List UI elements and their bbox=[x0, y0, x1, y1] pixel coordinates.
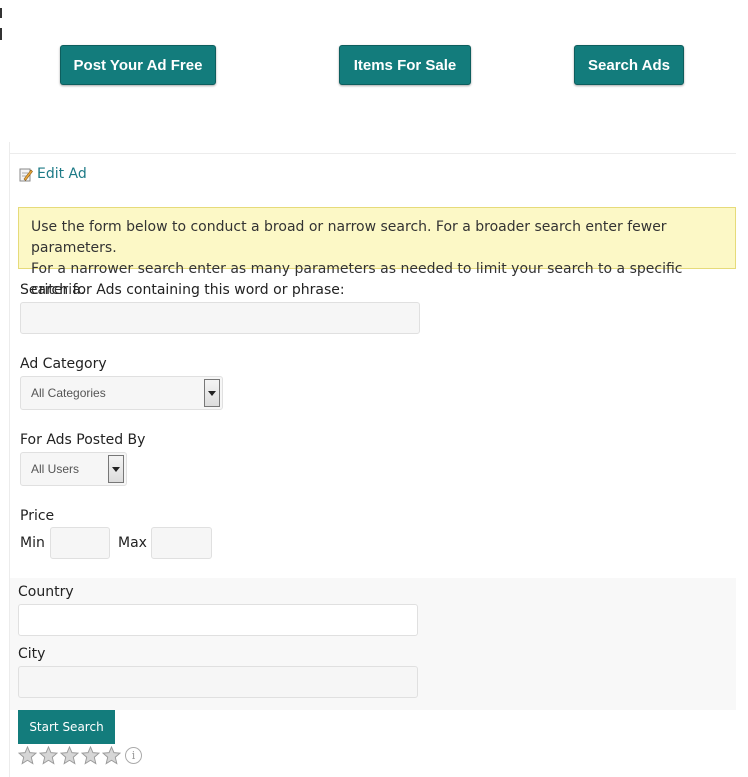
post-ad-button[interactable]: Post Your Ad Free bbox=[60, 45, 216, 85]
posted-by-label: For Ads Posted By bbox=[20, 432, 146, 448]
chevron-down-icon[interactable] bbox=[204, 379, 220, 407]
price-min-label: Min bbox=[20, 535, 45, 551]
star-icon[interactable] bbox=[60, 746, 79, 765]
keyword-label: Search for Ads containing this word or p… bbox=[20, 282, 345, 298]
city-label: City bbox=[18, 646, 46, 662]
country-label: Country bbox=[18, 584, 74, 600]
search-ads-button[interactable]: Search Ads bbox=[574, 45, 684, 85]
posted-by-select[interactable]: All Users bbox=[20, 452, 127, 486]
price-min-input[interactable] bbox=[50, 527, 110, 559]
search-notice: Use the form below to conduct a broad or… bbox=[18, 207, 736, 298]
edit-ad-link[interactable]: Edit Ad bbox=[19, 166, 87, 182]
price-max-input[interactable] bbox=[151, 527, 212, 559]
rating-stars: i bbox=[18, 746, 142, 765]
chevron-down-icon[interactable] bbox=[108, 455, 124, 483]
star-icon[interactable] bbox=[39, 746, 58, 765]
edit-ad-label: Edit Ad bbox=[37, 166, 87, 182]
left-edge-marker bbox=[0, 8, 4, 40]
city-input[interactable] bbox=[18, 666, 418, 698]
info-icon[interactable]: i bbox=[125, 747, 142, 764]
price-max-label: Max bbox=[118, 535, 147, 551]
star-icon[interactable] bbox=[102, 746, 121, 765]
items-for-sale-button[interactable]: Items For Sale bbox=[339, 45, 471, 85]
country-input[interactable] bbox=[18, 604, 418, 636]
notice-line-1: Use the form below to conduct a broad or… bbox=[31, 219, 667, 256]
posted-by-selected-value: All Users bbox=[31, 462, 80, 476]
start-search-button[interactable]: Start Search bbox=[18, 710, 115, 744]
star-icon[interactable] bbox=[81, 746, 100, 765]
content-divider bbox=[9, 153, 736, 154]
star-icon[interactable] bbox=[18, 746, 37, 765]
category-label: Ad Category bbox=[20, 356, 107, 372]
price-label: Price bbox=[20, 508, 55, 524]
category-select[interactable]: All Categories bbox=[20, 376, 223, 410]
keyword-input[interactable] bbox=[20, 302, 420, 334]
edit-pencil-icon bbox=[19, 167, 33, 182]
category-selected-value: All Categories bbox=[31, 386, 106, 400]
